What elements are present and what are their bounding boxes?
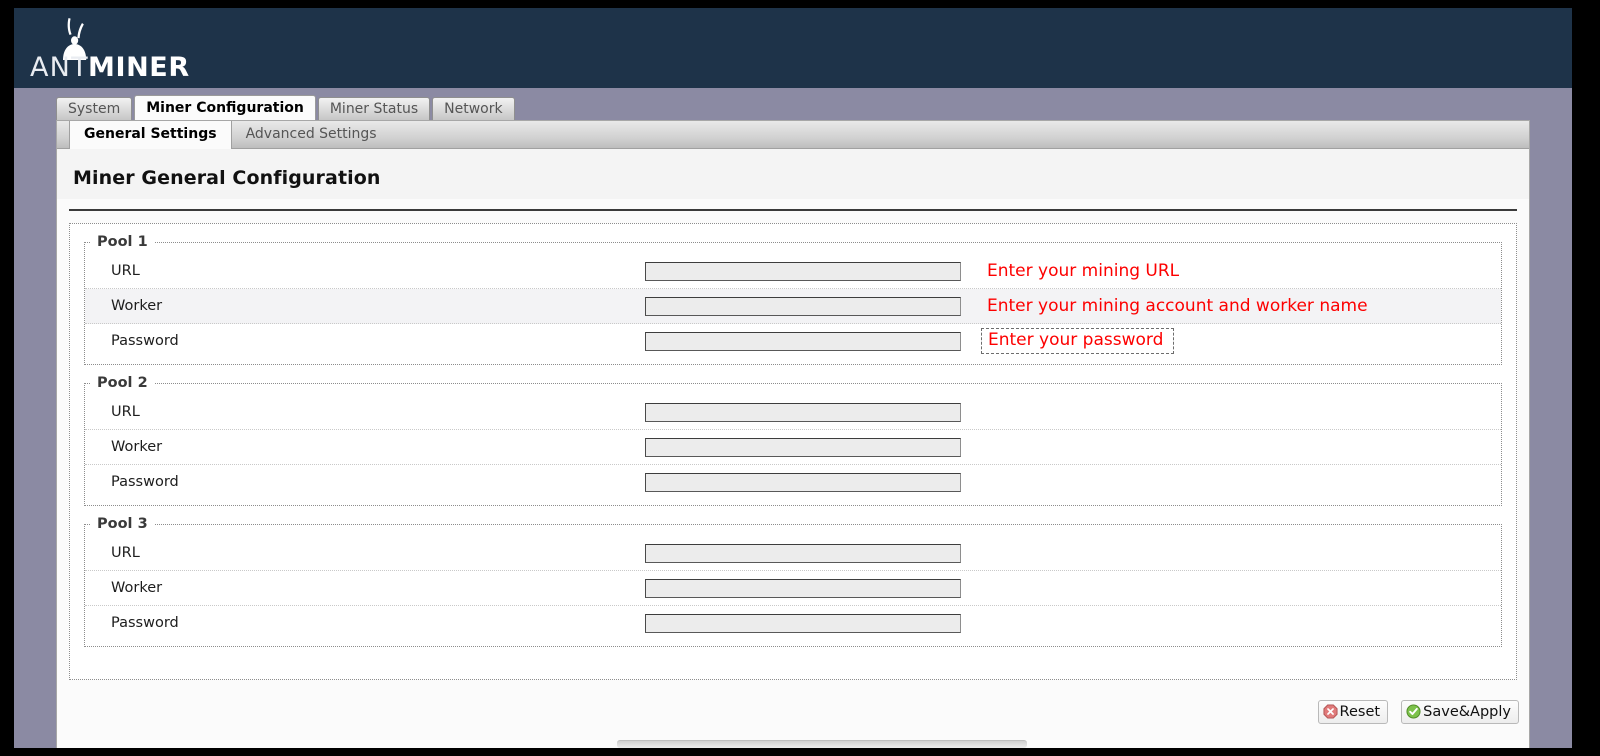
reset-octagon-x-icon <box>1323 704 1338 719</box>
pool-1-password-input[interactable] <box>645 332 961 351</box>
pool-2-fieldset: Pool 2 URL Worker Password <box>84 375 1502 506</box>
subtab-general-settings[interactable]: General Settings <box>69 121 232 149</box>
pool-1-worker-input[interactable] <box>645 297 961 316</box>
pool-3-worker-input[interactable] <box>645 579 961 598</box>
pool-2-url-input[interactable] <box>645 403 961 422</box>
save-apply-button-label: Save&Apply <box>1423 704 1511 720</box>
pool-3-password-field-cell <box>645 613 967 633</box>
pool-2-url-row: URL <box>85 395 1501 430</box>
save-apply-button[interactable]: Save&Apply <box>1401 700 1519 724</box>
logo-text-ant: ANT <box>30 52 89 83</box>
pool-1-password-field-cell <box>645 331 967 351</box>
pool-3-legend: Pool 3 <box>97 516 148 532</box>
pool-3-password-input[interactable] <box>645 614 961 633</box>
pool-3-worker-row: Worker <box>85 571 1501 606</box>
pool-3-fieldset: Pool 3 URL Worker Password <box>84 516 1502 647</box>
tab-miner-configuration[interactable]: Miner Configuration <box>134 95 316 120</box>
save-check-circle-icon <box>1406 704 1421 719</box>
pool-2-legend: Pool 2 <box>97 375 148 391</box>
pool-2-worker-label: Worker <box>111 439 163 455</box>
pool-1-url-label: URL <box>111 263 140 279</box>
pool-1-url-annotation: Enter your mining URL <box>987 260 1180 281</box>
pool-3-worker-label: Worker <box>111 580 163 596</box>
pool-2-password-row: Password <box>85 465 1501 499</box>
pool-3-password-row: Password <box>85 606 1501 640</box>
pool-1-worker-row: Worker Enter your mining account and wor… <box>85 289 1501 324</box>
primary-tab-bar: System Miner Configuration Miner Status Net… <box>14 88 1572 120</box>
pool-1-url-input[interactable] <box>645 262 961 281</box>
browser-viewport: ANT MINER System Miner Configuration Miner… <box>14 8 1572 748</box>
pool-1-url-field-cell <box>645 261 967 281</box>
pool-3-url-field-cell <box>645 543 967 563</box>
horizontal-scrollbar[interactable] <box>617 740 1027 748</box>
pool-1-url-row: URL Enter your mining URL <box>85 254 1501 289</box>
pool-2-password-field-cell <box>645 472 967 492</box>
pool-2-password-label: Password <box>111 474 179 490</box>
form-actions: Reset Save&Apply <box>1310 700 1519 724</box>
pool-2-password-input[interactable] <box>645 473 961 492</box>
pool-2-worker-input[interactable] <box>645 438 961 457</box>
pool-3-url-label: URL <box>111 545 140 561</box>
pool-3-url-row: URL <box>85 536 1501 571</box>
pool-2-url-field-cell <box>645 402 967 422</box>
pool-2-worker-row: Worker <box>85 430 1501 465</box>
pools-form: Pool 1 URL Enter your mining URL Worker … <box>69 223 1517 680</box>
pool-1-password-row: Password Enter your password <box>85 324 1501 358</box>
logo-text-miner: MINER <box>88 52 190 83</box>
tab-network[interactable]: Network <box>432 97 515 120</box>
subtab-advanced-settings[interactable]: Advanced Settings <box>232 121 391 148</box>
antminer-logo: ANT MINER <box>24 14 214 86</box>
page-title: Miner General Configuration <box>73 167 381 189</box>
pool-1-worker-field-cell <box>645 296 967 316</box>
pool-1-password-label: Password <box>111 333 179 349</box>
brand-header: ANT MINER <box>14 8 1572 88</box>
page-heading-area: Miner General Configuration <box>57 149 1529 199</box>
content-panel: General Settings Advanced Settings Miner … <box>56 120 1530 748</box>
pool-3-url-input[interactable] <box>645 544 961 563</box>
heading-divider <box>69 209 1517 211</box>
pool-2-worker-field-cell <box>645 437 967 457</box>
pool-2-url-label: URL <box>111 404 140 420</box>
reset-button[interactable]: Reset <box>1317 700 1389 724</box>
pool-1-password-annotation[interactable]: Enter your password <box>981 328 1175 354</box>
pool-1-legend: Pool 1 <box>97 234 148 250</box>
pool-3-password-label: Password <box>111 615 179 631</box>
tab-miner-status[interactable]: Miner Status <box>317 97 431 120</box>
secondary-tab-bar: General Settings Advanced Settings <box>57 121 1529 149</box>
pool-3-worker-field-cell <box>645 578 967 598</box>
pool-1-fieldset: Pool 1 URL Enter your mining URL Worker … <box>84 234 1502 365</box>
pool-1-worker-annotation: Enter your mining account and worker nam… <box>987 295 1368 316</box>
reset-button-label: Reset <box>1339 704 1381 720</box>
pool-1-worker-label: Worker <box>111 298 163 314</box>
tab-system[interactable]: System <box>56 97 133 120</box>
